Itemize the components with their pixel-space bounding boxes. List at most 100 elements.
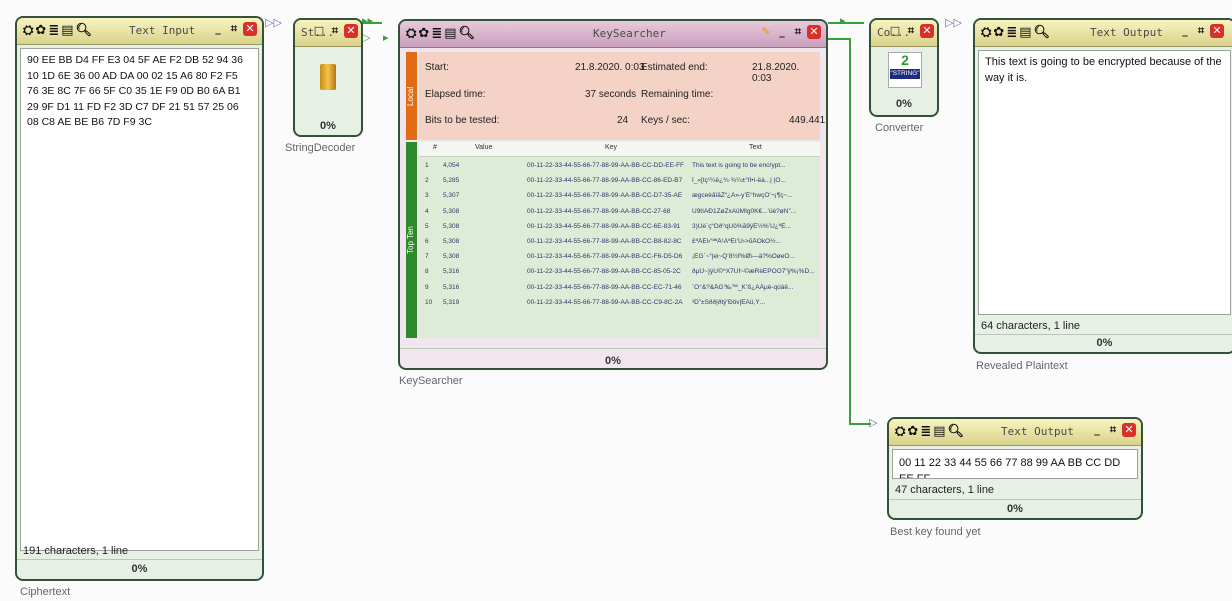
close-icon[interactable]: ✕ <box>243 22 257 36</box>
table-row[interactable]: 6 5,308 00-11-22-33-44-55-66-77-88-99-AA-B… <box>419 238 820 249</box>
help-icon[interactable]: 🔍︎ <box>459 26 476 42</box>
node-caption[interactable]: StringDecoder <box>285 142 355 154</box>
close-icon[interactable]: ✕ <box>807 25 821 39</box>
cell-text: £ªÅÉl›“ªªÅ¹ÂªÊì’Ú›>õÅÒkÔ½... <box>692 238 781 245</box>
column-header[interactable]: Value <box>475 144 492 151</box>
settings-icon[interactable]: ✿ <box>418 26 429 42</box>
log-icon[interactable]: ≣ <box>431 26 442 42</box>
maximize-icon[interactable]: ⌗ <box>1106 423 1120 437</box>
data-icon[interactable]: ▤ <box>444 26 456 42</box>
node-caption[interactable]: Ciphertext <box>20 586 70 598</box>
cell-n: 10 <box>425 298 433 306</box>
node-header[interactable]: St... □ ⌗ ✕ <box>295 20 361 47</box>
log-icon[interactable]: ≣ <box>48 23 59 39</box>
minimize-icon[interactable]: _ <box>775 25 789 39</box>
help-icon[interactable]: 🔍︎ <box>76 23 93 39</box>
settings-icon[interactable]: ✿ <box>907 424 918 440</box>
presentation-icon[interactable]: ⛭ <box>406 26 416 42</box>
node-caption[interactable]: Converter <box>875 122 923 134</box>
top-ten-tab[interactable]: Top Ten <box>406 142 417 338</box>
table-row[interactable]: 8 5,316 00-11-22-33-44-55-66-77-88-99-AA-B… <box>419 268 820 279</box>
help-icon[interactable]: 🔍︎ <box>1034 25 1051 41</box>
cell-n: 7 <box>425 253 429 261</box>
presentation-icon[interactable]: ⛭ <box>981 25 991 41</box>
node-header[interactable]: ⛭ ✿ ≣ ▤ 🔍︎ Text Output _ ⌗ ✕ <box>889 419 1141 446</box>
minimize-icon[interactable]: _ <box>211 22 225 36</box>
table-row[interactable]: 9 5,316 00-11-22-33-44-55-66-77-88-99-AA-B… <box>419 284 820 295</box>
maximize-icon[interactable]: ⌗ <box>904 24 918 38</box>
help-icon[interactable]: 🔍︎ <box>948 424 965 440</box>
column-header[interactable]: # <box>433 144 437 151</box>
restore-icon[interactable]: □ <box>312 24 326 38</box>
edit-icon[interactable]: ✎ <box>759 25 773 39</box>
table-row[interactable]: 3 5,307 00-11-22-33-44-55-66-77-88-99-AA-B… <box>419 192 820 203</box>
node-caption[interactable]: Best key found yet <box>890 526 981 538</box>
cell-key: 00-11-22-33-44-55-66-77-88-99-AA-BB-CC-8… <box>527 268 681 276</box>
bits-label: Bits to be tested: <box>425 115 500 126</box>
restore-icon[interactable]: □ <box>888 24 902 38</box>
maximize-icon[interactable]: ⌗ <box>328 24 342 38</box>
progress-label: 0% <box>1096 337 1113 349</box>
keys-per-sec-value: 449.441 <box>789 115 826 126</box>
text-input-field[interactable]: 90 EE BB D4 FF E3 04 5F AE F2 DB 52 94 3… <box>20 48 259 551</box>
close-icon[interactable]: ✕ <box>920 24 934 38</box>
text-output-node[interactable]: ⛭ ✿ ≣ ▤ 🔍︎ Text Output _ ⌗ ✕ This text i… <box>973 18 1232 354</box>
converter-node[interactable]: Co... □ ⌗ ✕ 2 "STRING" 0% <box>869 18 939 117</box>
node-header[interactable]: ⛭ ✿ ≣ ▤ 🔍︎ Text Input _ ⌗ ✕ <box>17 18 262 45</box>
progress-label: 0% <box>896 98 912 110</box>
settings-icon[interactable]: ✿ <box>35 23 46 39</box>
key-searcher-node[interactable]: ⛭ ✿ ≣ ▤ 🔍︎ KeySearcher ✎ _ ⌗ ✕ Local Sta… <box>398 19 828 370</box>
settings-icon[interactable]: ✿ <box>993 25 1004 41</box>
presentation-icon[interactable]: ⛭ <box>895 424 905 440</box>
text-output-field[interactable]: 00 11 22 33 44 55 66 77 88 99 AA BB CC D… <box>892 449 1138 479</box>
data-icon[interactable]: ▤ <box>933 424 945 440</box>
text-output-field[interactable]: This text is going to be encrypted becau… <box>978 50 1231 315</box>
log-icon[interactable]: ≣ <box>1006 25 1017 41</box>
column-header[interactable]: Key <box>605 144 617 151</box>
minimize-icon[interactable]: _ <box>1090 423 1104 437</box>
minimize-icon[interactable]: _ <box>1178 24 1192 38</box>
cell-value: 5,307 <box>443 192 460 200</box>
node-header[interactable]: ⛭ ✿ ≣ ▤ 🔍︎ Text Output _ ⌗ ✕ <box>975 20 1232 47</box>
text-output-node[interactable]: ⛭ ✿ ≣ ▤ 🔍︎ Text Output _ ⌗ ✕ 00 11 22 33… <box>887 417 1143 520</box>
close-icon[interactable]: ✕ <box>1210 24 1224 38</box>
column-header[interactable]: Text <box>749 144 762 151</box>
workspace-canvas[interactable]: ▷▷ ▸▸ ▷ ▸ ▸ ▷ ▷▷ ⛭ ✿ ≣ ▤ 🔍︎ Text Input _… <box>0 0 1232 601</box>
node-header[interactable]: ⛭ ✿ ≣ ▤ 🔍︎ KeySearcher ✎ _ ⌗ ✕ <box>400 21 826 48</box>
node-caption[interactable]: KeySearcher <box>399 375 463 387</box>
node-header[interactable]: Co... □ ⌗ ✕ <box>871 20 937 47</box>
cell-value: 5,308 <box>443 207 460 215</box>
top-ten-table: # Value Key Text 1 4,054 00-11-22-33-44-55… <box>419 142 820 338</box>
maximize-icon[interactable]: ⌗ <box>227 22 241 36</box>
table-row[interactable]: 4 5,308 00-11-22-33-44-55-66-77-88-99-AA-B… <box>419 208 820 219</box>
estimated-end-value: 21.8.2020. 0:03 <box>752 62 800 84</box>
close-icon[interactable]: ✕ <box>1122 423 1136 437</box>
text-input-node[interactable]: ⛭ ✿ ≣ ▤ 🔍︎ Text Input _ ⌗ ✕ 90 EE BB D4 … <box>15 16 264 581</box>
data-icon[interactable]: ▤ <box>1019 25 1031 41</box>
maximize-icon[interactable]: ⌗ <box>791 25 805 39</box>
cell-text: This text is going to be encrypt... <box>692 162 786 169</box>
presentation-icon[interactable]: ⛭ <box>23 23 33 39</box>
cell-value: 5,308 <box>443 238 460 245</box>
progress-label: 0% <box>605 355 621 367</box>
decoder-icon <box>320 64 336 90</box>
table-row[interactable]: 10 5,319 00-11-22-33-44-55-66-77-88-99-AA-… <box>419 299 820 310</box>
cell-value: 5,308 <box>443 253 460 261</box>
table-row[interactable]: 5 5,308 00-11-22-33-44-55-66-77-88-99-AA-B… <box>419 223 820 234</box>
string-decoder-node[interactable]: St... □ ⌗ ✕ 0% <box>293 18 363 137</box>
table-row[interactable]: 1 4,054 00-11-22-33-44-55-66-77-88-99-AA-B… <box>419 162 820 173</box>
cell-text: U9tIÄÐ1ZøZxAüMIg0K€...’üè?øÑ”... <box>692 207 797 215</box>
maximize-icon[interactable]: ⌗ <box>1194 24 1208 38</box>
connector-arrow: ▸▸ <box>362 14 374 27</box>
connector-arrow: ▷▷ <box>945 16 962 29</box>
cell-key: 00-11-22-33-44-55-66-77-88-99-AA-BB-CC-2… <box>527 207 671 215</box>
local-stats-panel: Start: 21.8.2020. 0:03 Estimated end: 21… <box>419 52 825 140</box>
table-row[interactable]: 7 5,308 00-11-22-33-44-55-66-77-88-99-AA-B… <box>419 253 820 264</box>
table-row[interactable]: 2 5,285 00-11-22-33-44-55-66-77-88-99-AA-B… <box>419 177 820 188</box>
close-icon[interactable]: ✕ <box>344 24 358 38</box>
log-icon[interactable]: ≣ <box>920 424 931 440</box>
cell-key: 00-11-22-33-44-55-66-77-88-99-AA-BB-CC-E… <box>527 283 682 291</box>
local-tab[interactable]: Local <box>406 52 417 140</box>
node-caption[interactable]: Revealed Plaintext <box>976 360 1068 372</box>
data-icon[interactable]: ▤ <box>61 23 73 39</box>
